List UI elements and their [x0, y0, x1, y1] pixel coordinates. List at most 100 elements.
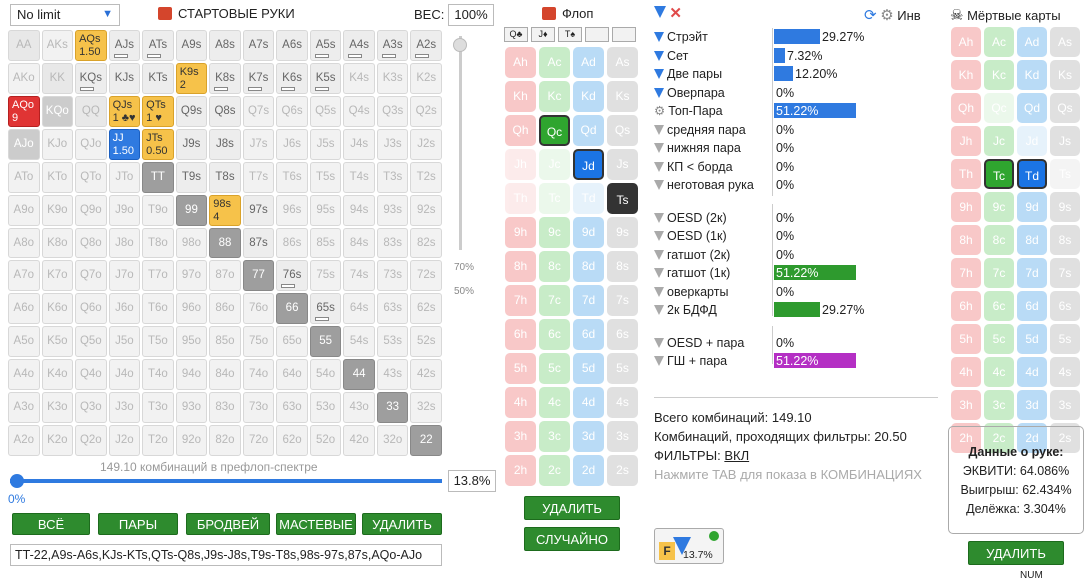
- range-slider[interactable]: [10, 474, 442, 488]
- dead-card-4h[interactable]: 4h: [951, 357, 981, 387]
- hand-cell-92s[interactable]: 92s: [410, 194, 442, 226]
- filter-row[interactable]: оверкарты 0%: [654, 283, 936, 302]
- hand-cell-A3s[interactable]: A3s: [376, 30, 409, 61]
- hand-cell-32o[interactable]: 32o: [376, 425, 409, 456]
- hand-cell-42o[interactable]: 42o: [343, 425, 375, 456]
- hand-cell-KQs[interactable]: KQs: [75, 62, 107, 94]
- hand-cell-AA[interactable]: AA: [8, 30, 40, 61]
- funnel-icon[interactable]: [654, 50, 664, 61]
- hand-cell-75s[interactable]: 75s: [309, 260, 342, 292]
- dead-card-Jd[interactable]: Jd: [1017, 126, 1047, 156]
- range-percent-input[interactable]: 13.8%: [448, 470, 496, 492]
- hand-cell-93s[interactable]: 93s: [376, 194, 409, 226]
- hand-cell-KK[interactable]: KK: [41, 62, 74, 94]
- hand-cell-A5o[interactable]: A5o: [8, 326, 40, 358]
- hand-cell-65o[interactable]: 65o: [276, 326, 308, 358]
- hand-cell-J7s[interactable]: J7s: [242, 128, 275, 160]
- hand-cell-74s[interactable]: 74s: [343, 260, 375, 292]
- hand-cell-ATs[interactable]: ATs: [142, 30, 174, 61]
- hand-cell-J3o[interactable]: J3o: [108, 392, 141, 424]
- hand-cell-QTo[interactable]: QTo: [75, 161, 107, 193]
- dead-card-7s[interactable]: 7s: [1050, 258, 1080, 288]
- flop-card-5c[interactable]: 5c: [539, 353, 570, 384]
- filter-row[interactable]: гатшот (1к) 51.22%: [654, 264, 936, 283]
- dead-card-Jh[interactable]: Jh: [951, 126, 981, 156]
- all-button[interactable]: ВСЁ: [12, 513, 90, 535]
- filter-row[interactable]: Оверпара 0%: [654, 84, 936, 103]
- hand-cell-J5s[interactable]: J5s: [309, 128, 342, 160]
- dead-card-9h[interactable]: 9h: [951, 192, 981, 222]
- dead-card-Ah[interactable]: Ah: [951, 27, 981, 57]
- filter-row[interactable]: Сет 7.32%: [654, 47, 936, 66]
- hand-cell-T5s[interactable]: T5s: [309, 161, 342, 193]
- hand-cell-ATo[interactable]: ATo: [8, 161, 40, 193]
- hand-cell-K3s[interactable]: K3s: [376, 62, 409, 94]
- hand-cell-QJo[interactable]: QJo: [75, 128, 107, 160]
- hand-cell-K8s[interactable]: K8s: [209, 62, 241, 94]
- filter-row[interactable]: Стрэйт 29.27%: [654, 28, 936, 47]
- delete-range-button[interactable]: УДАЛИТЬ: [362, 513, 442, 535]
- dead-card-Qc[interactable]: Qc: [984, 93, 1014, 123]
- limit-select[interactable]: No limit ▼: [10, 4, 120, 26]
- hand-cell-A2s[interactable]: A2s: [410, 30, 442, 61]
- filter-row[interactable]: ГШ + пара 51.22%: [654, 352, 936, 371]
- hand-cell-KJo[interactable]: KJo: [41, 128, 74, 160]
- hand-cell-76s[interactable]: 76s: [276, 260, 308, 292]
- flop-delete-button[interactable]: УДАЛИТЬ: [524, 496, 620, 520]
- hand-cell-T9s[interactable]: T9s: [175, 161, 208, 193]
- hand-cell-A8s[interactable]: A8s: [209, 30, 241, 61]
- flop-card-Tc[interactable]: Tc: [539, 183, 570, 214]
- dead-card-As[interactable]: As: [1050, 27, 1080, 57]
- hand-cell-Q7o[interactable]: Q7o: [75, 260, 107, 292]
- hand-cell-J2s[interactable]: J2s: [410, 128, 442, 160]
- hand-cell-JTo[interactable]: JTo: [108, 161, 141, 193]
- flop-card-6d[interactable]: 6d: [573, 319, 604, 350]
- flop-card-3c[interactable]: 3c: [539, 421, 570, 452]
- hand-cell-87s[interactable]: 87s: [242, 227, 275, 259]
- hand-cell-86s[interactable]: 86s: [276, 227, 308, 259]
- dead-card-5d[interactable]: 5d: [1017, 324, 1047, 354]
- hand-cell-J2o[interactable]: J2o: [108, 425, 141, 456]
- dead-card-3c[interactable]: 3c: [984, 390, 1014, 420]
- filter-preset-button[interactable]: F 13.7%: [654, 528, 724, 564]
- hand-cell-QJs[interactable]: QJs 1 ♣♥: [108, 95, 141, 127]
- flop-card-4s[interactable]: 4s: [607, 387, 638, 418]
- funnel-icon[interactable]: [654, 268, 664, 278]
- filter-row[interactable]: OESD (1к) 0%: [654, 227, 936, 246]
- hand-cell-T3s[interactable]: T3s: [376, 161, 409, 193]
- hand-cell-A4o[interactable]: A4o: [8, 359, 40, 391]
- dead-card-Th[interactable]: Th: [951, 159, 981, 189]
- funnel-icon[interactable]: [654, 69, 664, 79]
- hand-cell-Q8s[interactable]: Q8s: [209, 95, 241, 127]
- dead-card-9s[interactable]: 9s: [1050, 192, 1080, 222]
- hand-cell-T4o[interactable]: T4o: [142, 359, 174, 391]
- flop-card-As[interactable]: As: [607, 47, 638, 78]
- flop-card-Jd[interactable]: Jd: [573, 149, 604, 180]
- flop-card-2c[interactable]: 2c: [539, 455, 570, 486]
- flop-card-3s[interactable]: 3s: [607, 421, 638, 452]
- funnel-icon[interactable]: [654, 286, 664, 297]
- hand-cell-KTs[interactable]: KTs: [142, 62, 174, 94]
- flop-slot-3[interactable]: T♠: [558, 27, 582, 42]
- hand-cell-A6s[interactable]: A6s: [276, 30, 308, 61]
- hand-cell-43o[interactable]: 43o: [343, 392, 375, 424]
- filter-row[interactable]: средняя пара 0%: [654, 121, 936, 140]
- dead-card-3h[interactable]: 3h: [951, 390, 981, 420]
- hand-cell-72o[interactable]: 72o: [242, 425, 275, 456]
- hand-cell-84s[interactable]: 84s: [343, 227, 375, 259]
- flop-card-9c[interactable]: 9c: [539, 217, 570, 248]
- hand-cell-32s[interactable]: 32s: [410, 392, 442, 424]
- dead-card-Jc[interactable]: Jc: [984, 126, 1014, 156]
- hand-cell-K2s[interactable]: K2s: [410, 62, 442, 94]
- dead-card-8d[interactable]: 8d: [1017, 225, 1047, 255]
- hand-cell-62s[interactable]: 62s: [410, 293, 442, 325]
- flop-slot-4[interactable]: [585, 27, 609, 42]
- filter-icon[interactable]: [654, 6, 666, 18]
- flop-card-7h[interactable]: 7h: [505, 285, 536, 316]
- flop-card-4c[interactable]: 4c: [539, 387, 570, 418]
- flop-card-Qh[interactable]: Qh: [505, 115, 536, 146]
- dead-card-Js[interactable]: Js: [1050, 126, 1080, 156]
- hand-cell-53o[interactable]: 53o: [309, 392, 342, 424]
- hand-cell-Q2s[interactable]: Q2s: [410, 95, 442, 127]
- hand-cell-66[interactable]: 66: [276, 293, 308, 325]
